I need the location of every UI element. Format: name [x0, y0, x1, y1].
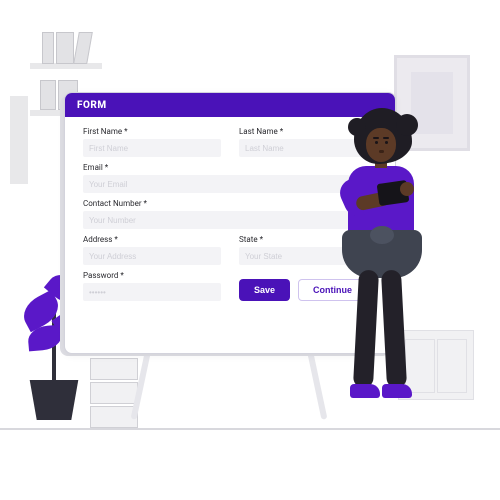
- person-leg: [381, 270, 407, 389]
- field-first-name: First Name *: [83, 127, 221, 157]
- field-password: Password *: [83, 271, 221, 301]
- person-leg: [353, 270, 379, 389]
- label-first-name: First Name *: [83, 127, 221, 136]
- person-skirt-knot: [370, 226, 394, 244]
- input-address[interactable]: [83, 247, 221, 265]
- person-hand: [400, 182, 414, 196]
- input-password[interactable]: [83, 283, 221, 301]
- easel-legs: [124, 352, 334, 422]
- floor-line: [0, 428, 500, 430]
- form-title: FORM: [77, 100, 107, 111]
- field-address: Address *: [83, 235, 221, 265]
- label-address: Address *: [83, 235, 221, 244]
- input-first-name[interactable]: [83, 139, 221, 157]
- plant-pot: [27, 380, 81, 420]
- person-face: [366, 128, 396, 162]
- label-password: Password *: [83, 271, 221, 280]
- book-decor: [56, 32, 74, 64]
- save-button[interactable]: Save: [239, 279, 290, 301]
- book-decor: [40, 80, 56, 110]
- person-illustration: [320, 108, 440, 418]
- person-shoe: [350, 384, 380, 398]
- wall-shelf-side: [10, 96, 28, 184]
- book-decor: [73, 32, 93, 64]
- person-shoe: [382, 384, 412, 398]
- book-decor: [42, 32, 54, 64]
- illustration-stage: FORM First Name * Last Name * Email * Co…: [0, 0, 500, 500]
